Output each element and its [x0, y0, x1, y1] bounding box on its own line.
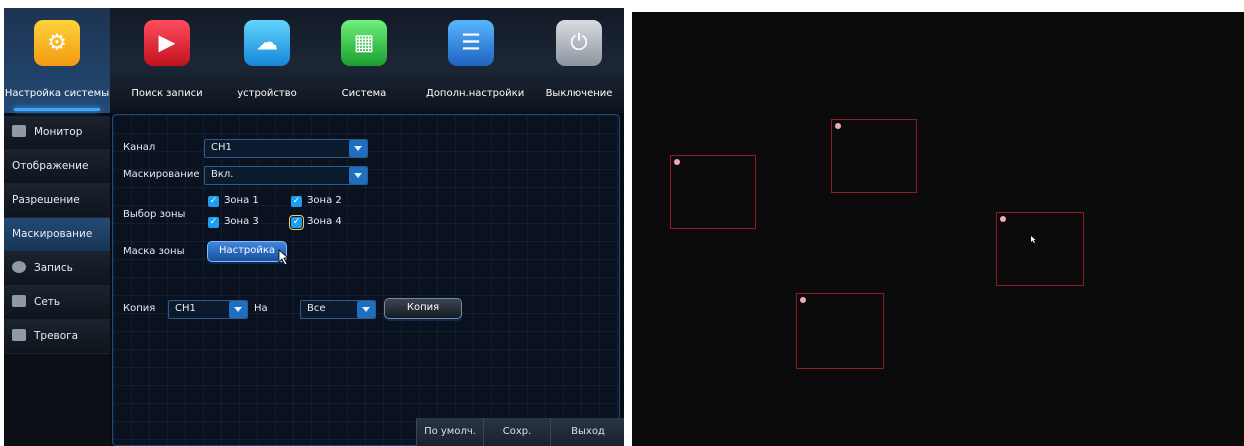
mask-zone-3[interactable] [996, 212, 1084, 286]
zone-4-checkbox[interactable]: ✓ [289, 215, 304, 230]
zone-select-label: Выбор зоны [123, 209, 186, 220]
sidebar: Монитор Отображение Разрешение Маскирова… [4, 116, 110, 446]
channel-label: Канал [123, 142, 156, 153]
sidebar-item-masking[interactable]: Маскирование [4, 218, 110, 252]
nav-record-search[interactable]: ▶ Поиск записи [122, 8, 212, 113]
zone-1-label: Зона 1 [224, 195, 259, 206]
copy-from-select[interactable]: CH1 [168, 300, 248, 319]
masking-select[interactable]: Вкл. [204, 166, 368, 185]
sidebar-item-label: Монитор [34, 126, 83, 138]
system-info-icon: ▦ [341, 20, 387, 66]
copy-to-select[interactable]: Все [300, 300, 376, 319]
exit-button[interactable]: Выход [550, 418, 624, 446]
cloud-storage-icon: ☁ [244, 20, 290, 66]
nav-device[interactable]: ☁ устройство [222, 8, 312, 113]
record-icon [12, 261, 26, 273]
top-navigation: ⚙ Настройка системы ▶ Поиск записи ☁ уст… [4, 8, 624, 113]
default-button[interactable]: По умолч. [416, 418, 483, 446]
zone-3-label: Зона 3 [224, 216, 259, 227]
channel-select[interactable]: CH1 [204, 139, 368, 158]
zone-handle[interactable] [674, 159, 680, 165]
zone-1-checkbox[interactable]: ✓ [208, 196, 219, 207]
nav-advanced-settings[interactable]: ☰ Дополн.настройки [426, 8, 525, 113]
dvr-settings-panel: ⚙ Настройка системы ▶ Поиск записи ☁ уст… [4, 8, 624, 446]
zone-handle[interactable] [1000, 216, 1006, 222]
nav-label: Поиск записи [131, 88, 203, 99]
zone-mask-label: Маска зоны [123, 246, 185, 257]
zone-3-checkbox[interactable]: ✓ [208, 217, 219, 228]
nav-system[interactable]: ▦ Система [319, 8, 409, 113]
mask-zone-4[interactable] [796, 293, 884, 369]
nav-label: устройство [237, 88, 297, 99]
sidebar-item-label: Тревога [34, 330, 79, 342]
nav-label: Выключение [545, 88, 613, 99]
nav-label: Дополн.настройки [426, 88, 525, 99]
network-icon [12, 295, 26, 307]
zone-setup-button[interactable]: Настройка [207, 241, 287, 262]
copy-from-value: CH1 [175, 303, 196, 314]
sidebar-item-record[interactable]: Запись [4, 252, 110, 286]
sidebar-item-label: Запись [34, 262, 73, 274]
active-indicator [14, 108, 100, 111]
masking-value: Вкл. [211, 169, 234, 180]
sidebar-item-label: Маскирование [12, 228, 93, 240]
copy-button[interactable]: Копия [384, 298, 462, 319]
sidebar-item-label: Отображение [12, 160, 89, 172]
masking-settings-form: Канал CH1 Маскирование Вкл. Выбор зоны ✓… [112, 114, 620, 446]
zone-4-label: Зона 4 [307, 216, 342, 227]
sidebar-item-alarm[interactable]: Тревога [4, 320, 110, 354]
alarm-icon [12, 329, 26, 341]
copy-to-value: Все [307, 303, 326, 314]
sidebar-item-resolution[interactable]: Разрешение [4, 184, 110, 218]
nav-system-settings[interactable]: ⚙ Настройка системы [4, 8, 110, 113]
mask-zone-1[interactable] [670, 155, 756, 229]
sidebar-item-label: Сеть [34, 296, 61, 308]
zone-2-label: Зона 2 [307, 195, 342, 206]
nav-shutdown[interactable]: ⏻ Выключение [534, 8, 624, 113]
sidebar-item-monitor[interactable]: Монитор [4, 116, 110, 150]
power-icon: ⏻ [556, 20, 602, 66]
masking-label: Маскирование [123, 169, 200, 180]
chevron-down-icon [349, 140, 367, 157]
advanced-settings-icon: ☰ [448, 20, 494, 66]
nav-label: Настройка системы [4, 88, 110, 99]
monitor-icon [12, 125, 26, 137]
mask-zone-2[interactable] [831, 119, 917, 193]
nav-label: Система [341, 88, 387, 99]
zone-handle[interactable] [800, 297, 806, 303]
chevron-down-icon [229, 301, 247, 318]
sidebar-item-display[interactable]: Отображение [4, 150, 110, 184]
channel-value: CH1 [211, 142, 232, 153]
pointer-icon [1031, 236, 1036, 243]
zone-2-checkbox[interactable]: ✓ [291, 196, 302, 207]
sidebar-item-label: Разрешение [12, 194, 80, 206]
mask-zone-preview[interactable] [632, 12, 1244, 446]
to-label: На [254, 303, 268, 314]
mouse-cursor-icon [278, 249, 290, 266]
video-search-icon: ▶ [144, 20, 190, 66]
chevron-down-icon [357, 301, 375, 318]
copy-label: Копия [123, 303, 156, 314]
sidebar-item-network[interactable]: Сеть [4, 286, 110, 320]
chevron-down-icon [349, 167, 367, 184]
zone-handle[interactable] [835, 123, 841, 129]
save-button[interactable]: Сохр. [483, 418, 550, 446]
settings-gears-icon: ⚙ [34, 20, 80, 66]
